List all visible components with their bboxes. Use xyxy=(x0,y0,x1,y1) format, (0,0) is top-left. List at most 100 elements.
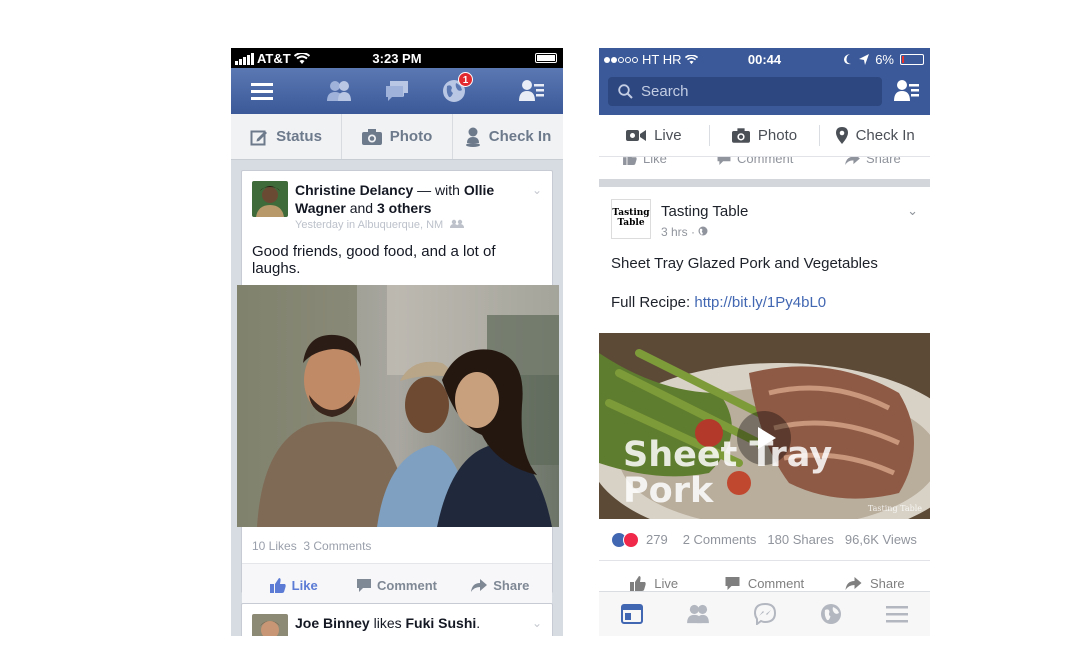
prev-comment-label: Comment xyxy=(737,157,794,166)
comments-count[interactable]: 3 Comments xyxy=(303,539,371,553)
friends-photo-image xyxy=(237,285,559,527)
thumbs-up-icon xyxy=(269,577,286,593)
location-arrow-icon xyxy=(859,54,870,65)
notification-badge: 1 xyxy=(458,72,473,87)
comment-icon xyxy=(357,578,372,592)
checkin-button[interactable]: Check In xyxy=(453,114,563,159)
like-button[interactable]: Live xyxy=(599,575,709,591)
post-author-line: Joe Binney likes Fuki Sushi. xyxy=(295,614,526,632)
post-message: Good friends, good food, and a lot of la… xyxy=(252,243,496,277)
top-bar: HT HR 00:44 6% Search xyxy=(599,48,930,115)
avatar[interactable] xyxy=(252,181,288,217)
post-time-text: 3 hrs · xyxy=(661,225,699,239)
post-meta-text: Yesterday in Albuquerque, NM xyxy=(295,219,444,231)
friend-requests-icon[interactable] xyxy=(519,78,545,104)
post-video[interactable]: Sheet Tray Pork Tasting Table xyxy=(599,333,930,519)
avatar[interactable] xyxy=(252,614,288,636)
prev-comment-button[interactable]: Comment xyxy=(717,157,793,166)
search-placeholder: Search xyxy=(641,83,689,100)
right-phone-screen: HT HR 00:44 6% Search Live Photo Check I… xyxy=(599,48,930,636)
globe-icon xyxy=(698,226,708,236)
edit-icon xyxy=(250,130,268,145)
post-message: Sheet Tray Glazed Pork and Vegetables xyxy=(611,255,878,272)
globe-icon xyxy=(820,604,841,624)
comment-button[interactable]: Comment xyxy=(709,576,819,591)
comments-count[interactable]: 2 Comments xyxy=(683,532,757,547)
post-meta: Yesterday in Albuquerque, NM xyxy=(295,219,465,231)
tab-news-feed[interactable] xyxy=(599,604,665,624)
feed-post: Tasting Table Tasting Table 3 hrs · ⌄ Sh… xyxy=(599,187,930,611)
recipe-link[interactable]: http://bit.ly/1Py4bL0 xyxy=(694,294,826,311)
post-text: Sheet Tray Glazed Pork and Vegetables Fu… xyxy=(599,237,930,311)
like-button[interactable]: Like xyxy=(242,577,345,593)
live-button[interactable]: Live xyxy=(599,115,709,156)
shares-count[interactable]: 180 Shares xyxy=(767,532,834,547)
with-text: — with xyxy=(413,182,464,198)
notifications-button[interactable]: 1 xyxy=(441,72,473,104)
feed-separator xyxy=(599,179,930,187)
post-time: 3 hrs · xyxy=(661,225,708,239)
bottom-tab-bar xyxy=(599,591,930,636)
like-label: Like xyxy=(291,577,318,593)
camera-icon xyxy=(731,128,750,143)
thumbs-up-icon xyxy=(623,157,637,165)
battery-percent: 6% xyxy=(875,52,894,67)
prev-like-label: Like xyxy=(643,157,667,166)
messages-icon[interactable] xyxy=(384,78,410,104)
share-label: Share xyxy=(493,577,530,593)
share-button[interactable]: Share xyxy=(820,576,930,591)
recipe-line: Full Recipe: http://bit.ly/1Py4bL0 xyxy=(611,294,918,311)
friend-requests-icon[interactable] xyxy=(894,79,920,103)
share-button[interactable]: Share xyxy=(449,578,552,593)
comment-icon xyxy=(725,576,740,590)
post-author-line: Christine Delancy — with Ollie Wagner an… xyxy=(295,181,526,217)
comment-label: Comment xyxy=(377,577,437,593)
news-feed-icon xyxy=(621,604,644,624)
tagged-others[interactable]: 3 others xyxy=(377,200,431,216)
checkin-label: Check In xyxy=(855,127,915,144)
messenger-icon xyxy=(753,603,776,625)
menu-icon[interactable] xyxy=(249,78,275,104)
friends-icon[interactable] xyxy=(326,78,352,104)
likes-count[interactable]: 10 Likes xyxy=(252,539,297,553)
likes-verb: likes xyxy=(369,615,406,631)
tab-menu[interactable] xyxy=(864,605,930,623)
video-watermark: Tasting Table xyxy=(867,504,922,513)
clock: 3:23 PM xyxy=(372,51,422,66)
tab-notifications[interactable] xyxy=(798,603,864,625)
moon-icon xyxy=(844,54,852,65)
post-author[interactable]: Joe Binney xyxy=(295,615,370,631)
page-logo[interactable]: Tasting Table xyxy=(611,199,651,239)
recipe-prefix: Full Recipe: xyxy=(611,294,695,311)
chevron-down-icon[interactable]: ⌄ xyxy=(532,183,542,197)
location-pin-icon xyxy=(835,127,848,144)
post-stats: 279 2 Comments 180 Shares 96,6K Views xyxy=(599,519,930,561)
reaction-icons[interactable] xyxy=(611,531,639,548)
battery-icon xyxy=(535,53,557,63)
chevron-down-icon[interactable]: ⌄ xyxy=(907,203,918,219)
thumbs-up-icon xyxy=(630,575,646,591)
page-name[interactable]: Tasting Table xyxy=(661,203,748,220)
status-bar: AT&T 3:23 PM xyxy=(231,48,563,68)
friends-icon xyxy=(687,604,710,624)
checkin-label: Check In xyxy=(488,128,552,145)
reactions-count[interactable]: 279 xyxy=(646,532,668,547)
liked-page[interactable]: Fuki Sushi xyxy=(406,615,477,631)
photo-button[interactable]: Photo xyxy=(342,114,453,159)
photo-button[interactable]: Photo xyxy=(710,115,820,156)
composer-bar: Live Photo Check In xyxy=(599,115,930,157)
prev-like-button[interactable]: Like xyxy=(623,157,667,166)
status-button[interactable]: Status xyxy=(231,114,342,159)
chevron-down-icon[interactable]: ⌄ xyxy=(532,616,542,630)
search-input[interactable]: Search xyxy=(608,77,882,106)
checkin-button[interactable]: Check In xyxy=(820,115,930,156)
tab-messenger[interactable] xyxy=(731,603,797,625)
prev-share-label: Share xyxy=(866,157,901,166)
comment-button[interactable]: Comment xyxy=(345,578,448,593)
prev-share-button[interactable]: Share xyxy=(845,157,901,166)
post-author[interactable]: Christine Delancy xyxy=(295,182,413,198)
post-header: Christine Delancy — with Ollie Wagner an… xyxy=(242,171,552,233)
post-photo[interactable] xyxy=(237,285,559,527)
tab-friends[interactable] xyxy=(665,604,731,624)
camera-icon xyxy=(361,128,382,145)
